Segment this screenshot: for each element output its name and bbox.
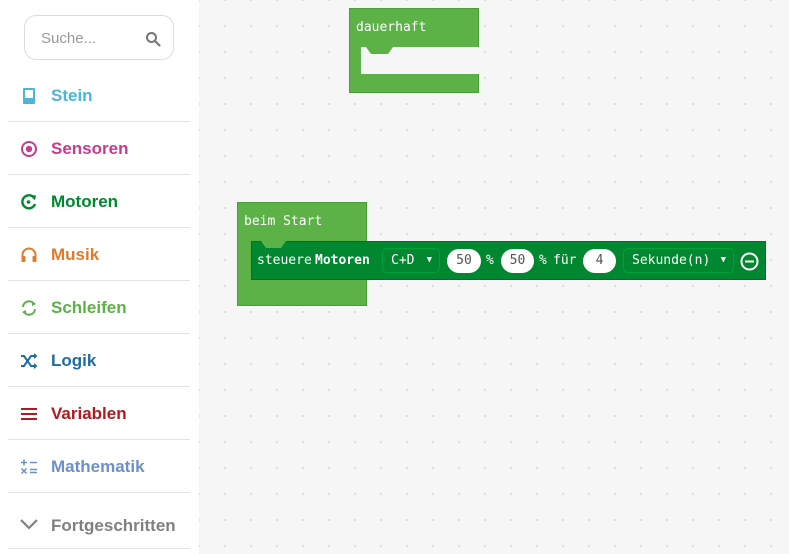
category-label: Sensoren [51,139,129,158]
category-logik[interactable]: Logik [8,335,190,387]
headphones-icon [21,247,37,262]
time-unit-dropdown[interactable]: Sekunde(n) ▼ [623,248,734,273]
category-sensoren[interactable]: Sensoren [8,123,190,175]
category-label: Variablen [51,404,127,423]
motor-block-prefix: steuere [257,253,312,268]
brick-icon [23,88,35,104]
motor-block-keyword: Motoren [315,253,370,268]
empty-statement-slot [361,47,481,74]
category-musik[interactable]: Musik [8,229,190,281]
motor-port-dropdown[interactable]: C+D ▼ [382,248,440,273]
speed2-input[interactable]: 50 [501,249,534,273]
category-label: Motoren [51,192,119,211]
category-label: Mathematik [51,457,145,476]
chevron-down-icon [20,519,38,530]
category-mathematik[interactable]: Mathematik [8,441,190,493]
category-motoren[interactable]: Motoren [8,176,190,228]
speed1-unit: % [486,253,494,268]
category-variablen[interactable]: Variablen [8,388,190,440]
motor-icon [21,194,37,210]
duration-input[interactable]: 4 [583,249,616,273]
category-schleifen[interactable]: Schleifen [8,282,190,334]
loop-icon [22,300,36,316]
on-start-block-title: beim Start [244,214,323,229]
speed2-unit: % [539,253,547,268]
category-label: Logik [51,351,97,370]
search-icon[interactable] [145,31,161,47]
category-label: Schleifen [51,298,127,317]
toolbox-sidebar: Stein Sensoren Motoren Musik Sch [0,0,199,554]
math-icon [20,459,37,475]
category-label: Musik [51,245,100,264]
search-box[interactable] [24,15,174,60]
forever-block-title: dauerhaft [356,20,427,35]
category-label: Stein [51,86,93,105]
motor-drive-block[interactable]: steuere Motoren C+D ▼ 50 % 50 % für 4 Se… [251,241,766,280]
dropdown-arrow-icon: ▼ [720,255,726,265]
speed1-input[interactable]: 50 [447,249,481,273]
motor-port-value: C+D [391,253,415,268]
block-notch [261,241,286,248]
shuffle-icon [21,353,38,369]
forever-block[interactable]: dauerhaft [349,8,481,93]
search-input[interactable] [39,27,143,49]
category-label: Fortgeschritten [51,516,176,535]
remove-parameter-icon[interactable] [740,252,759,271]
time-unit-value: Sekunde(n) [632,253,711,268]
category-fortgeschritten[interactable]: Fortgeschritten [8,499,190,549]
category-stein[interactable]: Stein [8,70,190,122]
sensor-icon [21,141,37,157]
variables-icon [21,408,37,420]
for-label: für [553,253,577,268]
dropdown-arrow-icon: ▼ [426,255,432,265]
